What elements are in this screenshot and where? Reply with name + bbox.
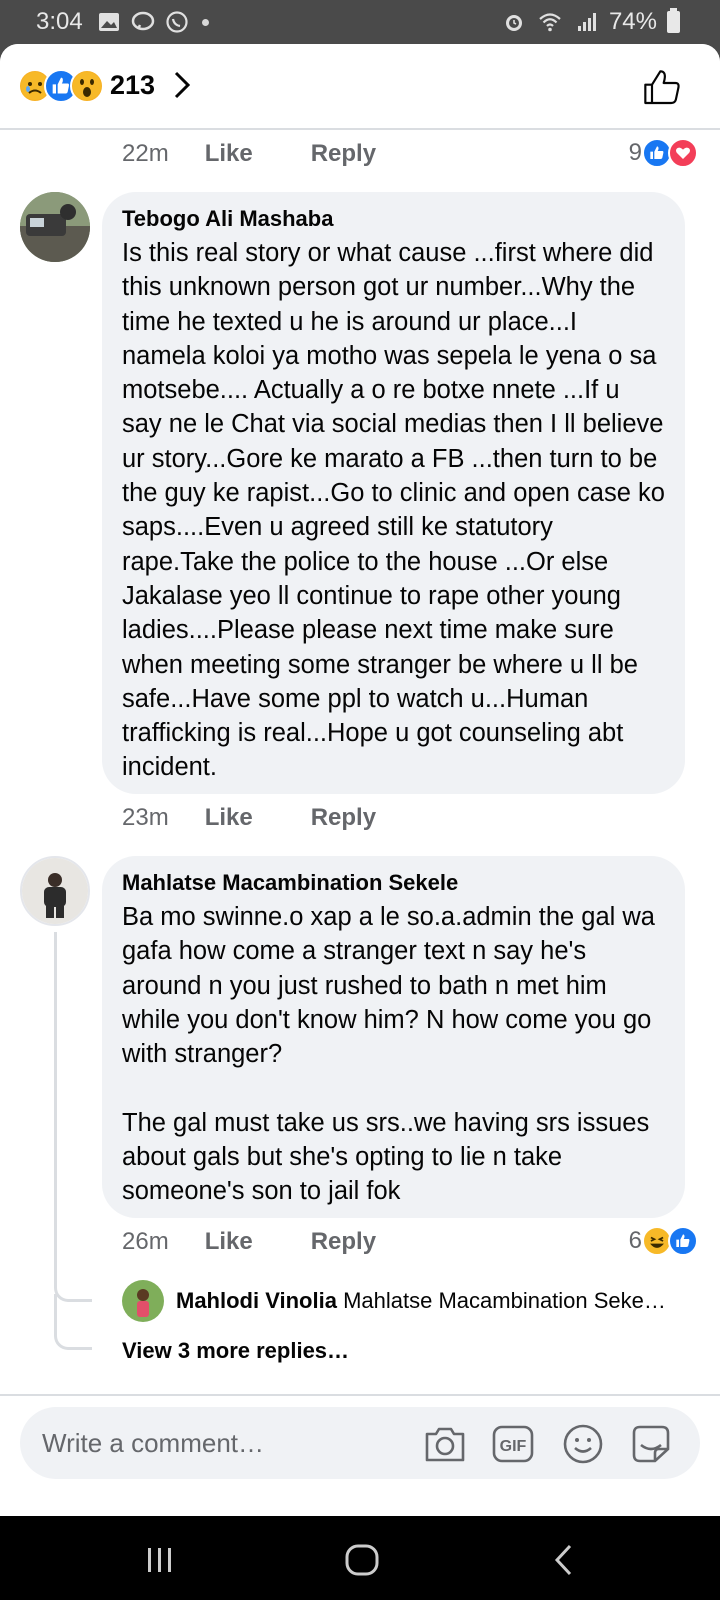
wifi-icon — [539, 13, 561, 32]
thread-line — [54, 932, 57, 1242]
comment-bubble[interactable]: Mahlatse Macambination Sekele Ba mo swin… — [102, 856, 685, 1218]
recents-icon[interactable] — [130, 1538, 190, 1582]
reply-link[interactable]: Reply — [311, 140, 376, 168]
system-nav-bar — [0, 1516, 720, 1600]
comment-text: Is this real story or what cause ...firs… — [122, 239, 672, 782]
reply-link[interactable]: Reply — [311, 1228, 376, 1256]
comment-time: 23m — [122, 804, 169, 831]
battery-icon — [667, 8, 680, 33]
smiley-icon[interactable] — [560, 1421, 606, 1467]
back-icon[interactable] — [534, 1538, 594, 1582]
messenger-icon — [131, 11, 155, 31]
notification-dot — [202, 18, 209, 26]
gif-icon[interactable]: GIF — [490, 1421, 536, 1467]
comment-meta: 26m Like Reply — [122, 1228, 376, 1256]
comment-meta: 23m Like Reply — [122, 804, 376, 832]
reply-author[interactable]: Mahlodi Vinolia — [176, 1288, 337, 1313]
image-icon — [99, 13, 119, 31]
status-bar: 3:04 74% — [0, 0, 720, 46]
wow-emoji-icon — [70, 69, 104, 103]
reaction-count: 9 — [628, 139, 642, 166]
comment-text: Ba mo swinne.o xap a le so.a.admin the g… — [122, 903, 655, 1206]
chevron-right-icon — [174, 71, 191, 99]
camera-icon[interactable] — [422, 1421, 468, 1467]
comments-sheet: 213 22m Like Reply 9 Tebogo Ali Mashaba … — [0, 44, 720, 1516]
avatar[interactable] — [20, 192, 90, 262]
reply-preview[interactable]: Mahlodi Vinolia Mahlatse Macambination S… — [176, 1288, 666, 1314]
comment-author[interactable]: Tebogo Ali Mashaba — [122, 206, 665, 232]
svg-text:GIF: GIF — [500, 1438, 527, 1455]
sticker-icon[interactable] — [628, 1421, 674, 1467]
avatar[interactable] — [20, 856, 90, 926]
comment-input[interactable] — [42, 1423, 422, 1463]
comment-time: 22m — [122, 140, 169, 167]
thread-connector — [54, 1242, 92, 1302]
home-icon[interactable] — [332, 1538, 392, 1582]
comment-meta: 22m Like Reply — [122, 140, 376, 168]
thread-connector — [54, 1294, 92, 1350]
battery-percent: 74% — [608, 8, 657, 35]
comment-reactions[interactable]: 6 — [629, 1226, 698, 1256]
reaction-count: 6 — [628, 1227, 642, 1254]
comment-composer: GIF — [20, 1407, 700, 1479]
comment-author[interactable]: Mahlatse Macambination Sekele — [122, 870, 665, 896]
reply-snippet: Mahlatse Macambination Seke… — [343, 1288, 666, 1313]
reaction-header[interactable]: 213 — [0, 44, 720, 130]
status-time: 3:04 — [36, 8, 83, 35]
reaction-icons — [18, 69, 104, 103]
whatsapp-icon — [166, 11, 188, 33]
reply-link[interactable]: Reply — [311, 804, 376, 832]
comment-reactions[interactable]: 9 — [629, 138, 698, 168]
thumbs-up-outline-icon[interactable] — [642, 68, 682, 108]
comment-time: 26m — [122, 1228, 169, 1255]
reaction-count: 213 — [110, 70, 156, 100]
avatar[interactable] — [122, 1280, 164, 1322]
love-emoji-icon — [668, 138, 698, 168]
like-link[interactable]: Like — [205, 1228, 253, 1256]
like-link[interactable]: Like — [205, 140, 253, 168]
comment-bubble[interactable]: Tebogo Ali Mashaba Is this real story or… — [102, 192, 685, 794]
like-link[interactable]: Like — [205, 804, 253, 832]
like-emoji-icon — [668, 1226, 698, 1256]
view-more-replies-link[interactable]: View 3 more replies… — [122, 1338, 349, 1364]
signal-icon — [577, 13, 596, 31]
composer-divider — [0, 1394, 720, 1396]
alarm-icon — [505, 15, 522, 31]
